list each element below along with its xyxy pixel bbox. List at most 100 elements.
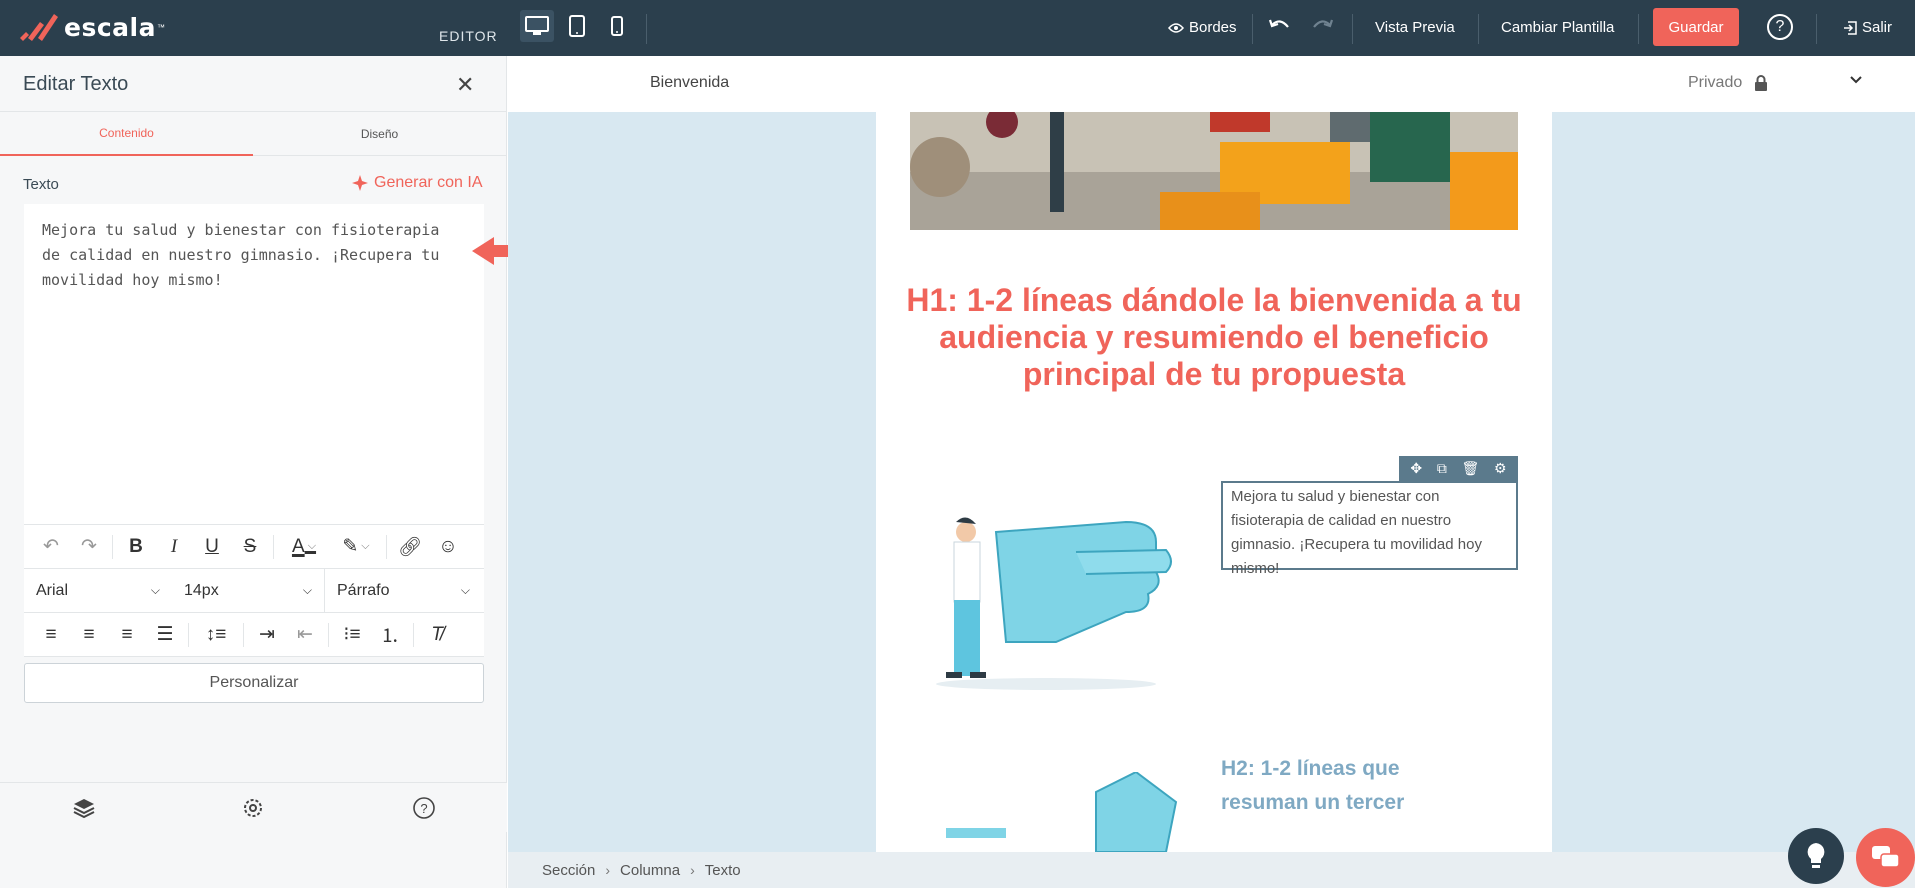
hero-image[interactable] bbox=[910, 112, 1518, 230]
cambiar-plantilla-button[interactable]: Cambiar Plantilla bbox=[1501, 19, 1614, 36]
brand-name: escala bbox=[64, 12, 156, 42]
page-name[interactable]: Bienvenida bbox=[650, 74, 729, 92]
salir-label: Salir bbox=[1862, 19, 1893, 36]
salir-button[interactable]: Salir bbox=[1843, 19, 1892, 36]
tablet-icon bbox=[569, 15, 585, 37]
chevron-down-icon[interactable] bbox=[1848, 72, 1864, 88]
logout-icon bbox=[1844, 20, 1857, 35]
top-bar: escala ™ EDITOR Bordes Vista Previa Camb… bbox=[0, 0, 1915, 56]
chat-icon bbox=[1871, 845, 1900, 868]
undo-icon bbox=[1268, 19, 1289, 28]
bold-icon[interactable]: B bbox=[117, 532, 155, 562]
bordes-toggle[interactable]: Bordes bbox=[1168, 19, 1237, 36]
redo-icon[interactable]: ↷ bbox=[70, 532, 108, 562]
desktop-view-button[interactable] bbox=[520, 10, 554, 42]
delete-icon[interactable]: 🗑︎ bbox=[1462, 460, 1480, 477]
divider bbox=[243, 622, 244, 647]
panel-title: Editar Texto bbox=[23, 73, 129, 95]
undo-icon[interactable]: ↶ bbox=[32, 532, 70, 562]
chevron-right-icon: › bbox=[690, 862, 695, 878]
align-left-icon[interactable]: ≡ bbox=[32, 620, 70, 650]
block-format-select[interactable]: Párrafo ⌵ bbox=[324, 568, 482, 613]
line-height-icon[interactable]: ↕≡ bbox=[193, 620, 239, 650]
panel-bottom-bar: ? bbox=[0, 782, 507, 832]
strikethrough-icon[interactable]: S bbox=[231, 532, 269, 562]
toolbar-row-1: ↶ ↷ B I U S A ⌵ ✎ ⌵ 🔗︎ ☺ bbox=[24, 525, 484, 569]
align-right-icon[interactable]: ≡ bbox=[108, 620, 146, 650]
undo-button[interactable] bbox=[1268, 17, 1292, 33]
desktop-icon bbox=[525, 16, 549, 35]
chevron-down-icon: ⌵ bbox=[150, 583, 160, 597]
personalizar-button[interactable]: Personalizar bbox=[24, 663, 484, 703]
divider bbox=[1252, 14, 1253, 44]
outdent-icon[interactable]: ⇤ bbox=[286, 620, 324, 650]
font-family-value: Arial bbox=[36, 581, 69, 599]
h1-heading[interactable]: H1: 1-2 líneas dándole la bienvenida a t… bbox=[906, 282, 1522, 393]
font-size-select[interactable]: 14px ⌵ bbox=[172, 569, 324, 613]
close-icon[interactable]: ✕ bbox=[456, 72, 474, 98]
hero-photo bbox=[910, 112, 1518, 230]
pointing-hand-illustration bbox=[936, 517, 1172, 690]
move-icon[interactable]: ✥ bbox=[1410, 460, 1422, 477]
divider bbox=[188, 622, 189, 647]
mobile-view-button[interactable] bbox=[600, 10, 634, 42]
duplicate-icon[interactable]: ⧉ bbox=[1437, 460, 1447, 477]
privacy-status[interactable]: Privado bbox=[1688, 74, 1768, 92]
italic-icon[interactable]: I bbox=[155, 532, 193, 562]
emoji-icon[interactable]: ☺ bbox=[429, 532, 467, 562]
clear-format-icon[interactable]: T̸ bbox=[418, 620, 456, 650]
font-color-icon[interactable]: A ⌵ bbox=[278, 532, 330, 562]
layers-icon[interactable] bbox=[72, 796, 96, 820]
divider bbox=[273, 534, 274, 559]
h2-heading[interactable]: H2: 1-2 líneas que resuman un tercer bbox=[1221, 752, 1471, 820]
element-toolbar: ✥ ⧉ 🗑︎ ⚙ bbox=[1399, 456, 1518, 481]
chevron-down-icon: ⌵ bbox=[302, 583, 312, 597]
divider bbox=[646, 14, 647, 44]
breadcrumb-seccion[interactable]: Sección bbox=[542, 862, 595, 879]
breadcrumb-texto[interactable]: Texto bbox=[705, 862, 741, 879]
redo-icon bbox=[1313, 19, 1334, 28]
highlight-icon[interactable]: ✎ ⌵ bbox=[330, 532, 382, 562]
align-center-icon[interactable]: ≡ bbox=[70, 620, 108, 650]
page-bar: Bienvenida Privado bbox=[508, 56, 1915, 112]
mobile-icon bbox=[611, 16, 623, 36]
divider bbox=[1478, 14, 1479, 44]
help-button[interactable]: ? bbox=[1767, 14, 1793, 40]
settings-icon[interactable] bbox=[241, 796, 265, 820]
tab-contenido[interactable]: Contenido bbox=[0, 112, 253, 156]
divider bbox=[1352, 14, 1353, 44]
breadcrumb-columna[interactable]: Columna bbox=[620, 862, 680, 879]
align-justify-icon[interactable]: ☰ bbox=[146, 620, 184, 650]
chat-button[interactable] bbox=[1856, 828, 1915, 887]
font-family-select[interactable]: Arial ⌵ bbox=[24, 569, 172, 613]
gear-icon[interactable]: ⚙ bbox=[1494, 460, 1507, 477]
bullet-list-icon[interactable]: ⁝≡ bbox=[333, 620, 371, 650]
tips-button[interactable] bbox=[1788, 828, 1844, 884]
escala-logo-icon bbox=[20, 14, 58, 41]
guardar-button[interactable]: Guardar bbox=[1653, 8, 1739, 46]
brand-tm: ™ bbox=[156, 22, 165, 32]
indent-icon[interactable]: ⇥ bbox=[248, 620, 286, 650]
editor-canvas: Bienvenida Privado H1: 1-2 líneas dándol… bbox=[508, 56, 1915, 888]
hand-illustration-2 bbox=[946, 772, 1178, 852]
format-toolbar: ↶ ↷ B I U S A ⌵ ✎ ⌵ 🔗︎ ☺ Arial ⌵ 14px ⌵ Pá… bbox=[24, 524, 484, 657]
underline-icon[interactable]: U bbox=[193, 532, 231, 562]
panel-tabs: Contenido Diseño bbox=[0, 112, 506, 156]
svg-text:?: ? bbox=[420, 801, 427, 816]
redo-button[interactable] bbox=[1310, 17, 1334, 33]
tablet-view-button[interactable] bbox=[560, 10, 594, 42]
numbered-list-icon[interactable]: ⒈ bbox=[371, 620, 409, 650]
tab-diseno[interactable]: Diseño bbox=[253, 112, 506, 156]
selected-text-element[interactable]: Mejora tu salud y bienestar con fisioter… bbox=[1221, 481, 1518, 577]
editor-mode-label: EDITOR bbox=[439, 28, 498, 44]
generar-ia-button[interactable]: Generar con IA bbox=[352, 174, 483, 192]
eye-icon bbox=[1168, 22, 1184, 33]
link-icon[interactable]: 🔗︎ bbox=[391, 532, 429, 562]
text-editor-input[interactable]: Mejora tu salud y bienestar con fisioter… bbox=[24, 204, 484, 524]
vista-previa-button[interactable]: Vista Previa bbox=[1375, 19, 1455, 36]
help-icon[interactable]: ? bbox=[412, 796, 436, 820]
block-format-value: Párrafo bbox=[337, 581, 390, 599]
divider bbox=[413, 622, 414, 647]
divider bbox=[386, 534, 387, 559]
texto-label: Texto bbox=[23, 176, 59, 193]
